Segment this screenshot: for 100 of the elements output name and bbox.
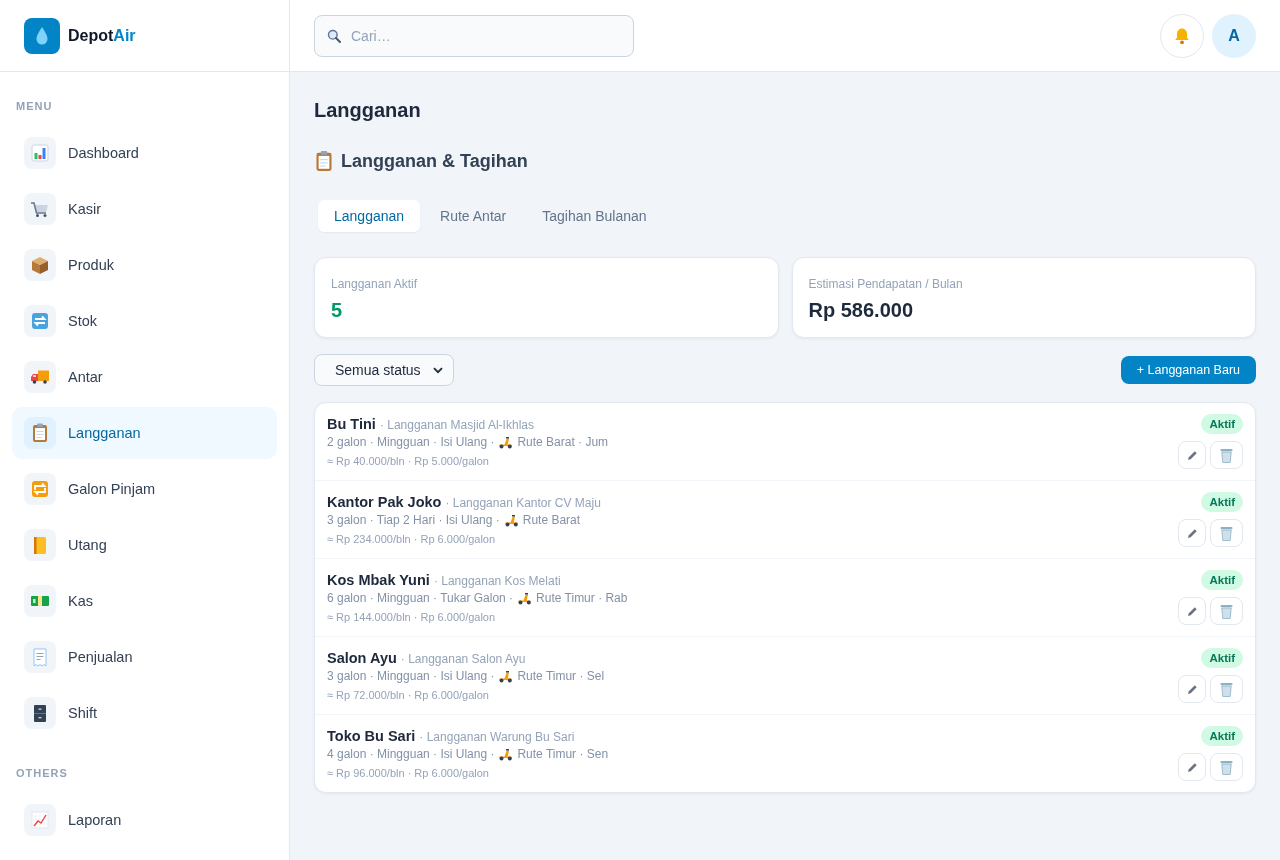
nav-item[interactable]: Utang <box>12 519 277 571</box>
stat-value: 5 <box>331 298 343 323</box>
status-badge: Aktif <box>1201 570 1243 590</box>
delete-button[interactable] <box>1210 597 1243 625</box>
price-text: ≈ Rp 96.000/bln · Rp 6.000/galon <box>327 765 489 781</box>
subscription-note: · Langganan Kantor CV Maju <box>445 494 601 512</box>
trash-icon <box>1220 681 1233 697</box>
pencil-icon <box>1186 605 1198 617</box>
delete-button[interactable] <box>1210 441 1243 469</box>
plan-text: 2 galon · Mingguan · Isi Ulang · <box>327 433 495 451</box>
tab[interactable]: Rute Antar <box>424 200 523 232</box>
notification-button[interactable] <box>1160 13 1204 58</box>
subscription-note: · Langganan Masjid Al-Ikhlas <box>379 416 534 434</box>
cabinet-icon <box>24 697 56 729</box>
box-icon <box>24 249 56 281</box>
nav-item[interactable]: Langganan <box>12 407 277 459</box>
route-text: Rute Barat · Jum <box>517 433 609 451</box>
nav-item[interactable]: Antar <box>12 351 277 403</box>
customer-name: Toko Bu Sari <box>327 726 416 745</box>
nav-item[interactable]: Kas <box>12 575 277 627</box>
cart-icon <box>24 193 56 225</box>
pencil-icon <box>1186 527 1198 539</box>
route-text: Rute Barat <box>522 511 581 529</box>
search-field[interactable]: Cari… <box>314 14 634 57</box>
edit-button[interactable] <box>1178 675 1206 703</box>
status-filter-select[interactable]: Semua status <box>314 354 454 386</box>
status-badge: Aktif <box>1201 492 1243 512</box>
plan-text: 3 galon · Tiap 2 Hari · Isi Ulang · <box>327 511 500 529</box>
plan-text: 3 galon · Mingguan · Isi Ulang · <box>327 667 495 685</box>
edit-button[interactable] <box>1178 753 1206 781</box>
stat-value: Rp 586.000 <box>808 298 913 323</box>
bar-chart-icon <box>24 137 56 169</box>
subscription-note: · Langganan Kos Melati <box>433 572 561 590</box>
scooter-icon <box>503 513 519 527</box>
edit-button[interactable] <box>1178 519 1206 547</box>
subscription-note: · Langganan Salon Ayu <box>400 650 526 668</box>
receipt-icon <box>24 641 56 673</box>
avatar-button[interactable]: A <box>1212 13 1256 58</box>
truck-icon <box>24 361 56 393</box>
brand-name: DepotAir <box>68 26 136 45</box>
arrows-icon <box>24 305 56 337</box>
stat-label: Estimasi Pendapatan / Bulan <box>808 276 963 292</box>
status-badge: Aktif <box>1201 648 1243 668</box>
nav-item[interactable]: Penjualan <box>12 631 277 683</box>
scooter-icon <box>498 747 514 761</box>
trash-icon <box>1220 759 1233 775</box>
price-text: ≈ Rp 72.000/bln · Rp 6.000/galon <box>327 687 489 703</box>
scooter-icon <box>498 435 514 449</box>
status-badge: Aktif <box>1201 414 1243 434</box>
nav-section-title: OTHERS <box>15 766 69 781</box>
nav-item[interactable]: Shift <box>12 687 277 739</box>
nav-item[interactable]: Dashboard <box>12 127 277 179</box>
nav-item[interactable]: Laporan <box>12 794 277 846</box>
trash-icon <box>1220 603 1233 619</box>
delete-button[interactable] <box>1210 753 1243 781</box>
tab[interactable]: Tagihan Bulanan <box>526 200 663 232</box>
nav-item[interactable]: Galon Pinjam <box>12 463 277 515</box>
route-text: Rute Timur · Sel <box>517 667 605 685</box>
status-badge: Aktif <box>1201 726 1243 746</box>
scooter-icon <box>498 669 514 683</box>
delete-button[interactable] <box>1210 675 1243 703</box>
repeat-icon <box>24 473 56 505</box>
nav-item[interactable]: Stok <box>12 295 277 347</box>
pencil-icon <box>1186 683 1198 695</box>
scooter-icon <box>517 591 533 605</box>
pencil-icon <box>1186 449 1198 461</box>
line-chart-icon <box>24 804 56 836</box>
subscription-note: · Langganan Warung Bu Sari <box>419 728 575 746</box>
bell-icon <box>1173 26 1191 45</box>
plan-text: 4 galon · Mingguan · Isi Ulang · <box>327 745 495 763</box>
plan-text: 6 galon · Mingguan · Tukar Galon · <box>327 589 514 607</box>
edit-button[interactable] <box>1178 597 1206 625</box>
chevron-down-icon <box>433 366 443 374</box>
price-text: ≈ Rp 144.000/bln · Rp 6.000/galon <box>327 609 496 625</box>
notebook-icon <box>24 529 56 561</box>
tab[interactable]: Langganan <box>318 200 421 232</box>
trash-icon <box>1220 447 1233 463</box>
customer-name: Kantor Pak Joko <box>327 492 442 511</box>
price-text: ≈ Rp 40.000/bln · Rp 5.000/galon <box>327 453 489 469</box>
search-icon <box>327 28 341 43</box>
banknote-icon <box>24 585 56 617</box>
customer-name: Kos Mbak Yuni <box>327 570 430 589</box>
route-text: Rute Timur · Rab <box>536 589 628 607</box>
price-text: ≈ Rp 234.000/bln · Rp 6.000/galon <box>327 531 496 547</box>
customer-name: Salon Ayu <box>327 648 397 667</box>
trash-icon <box>1220 525 1233 541</box>
clipboard-icon <box>24 417 56 449</box>
stat-label: Langganan Aktif <box>331 276 418 292</box>
customer-name: Bu Tini <box>327 414 376 433</box>
section-title: Langganan & Tagihan <box>341 150 528 173</box>
nav-section-title: MENU <box>15 99 54 114</box>
page-title: Langganan <box>314 98 421 123</box>
route-text: Rute Timur · Sen <box>517 745 609 763</box>
nav-item[interactable]: Produk <box>12 239 277 291</box>
delete-button[interactable] <box>1210 519 1243 547</box>
clipboard-icon <box>314 150 334 172</box>
add-subscription-button[interactable]: + Langganan Baru <box>1120 356 1256 384</box>
edit-button[interactable] <box>1178 441 1206 469</box>
pencil-icon <box>1186 761 1198 773</box>
nav-item[interactable]: Kasir <box>12 183 277 235</box>
